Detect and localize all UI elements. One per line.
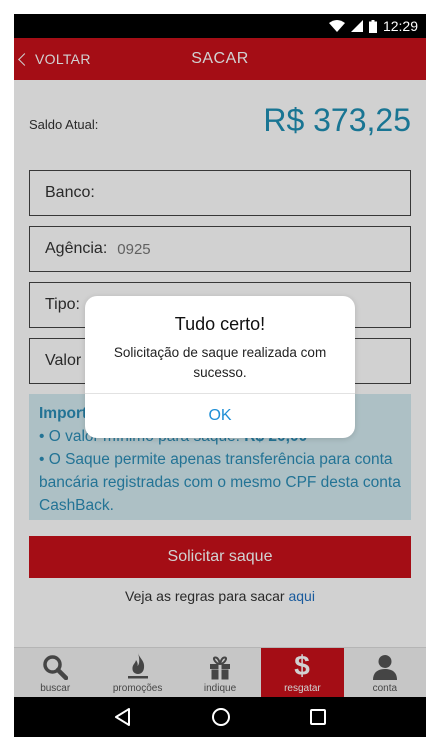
dialog-ok-button[interactable]: OK	[85, 394, 355, 438]
battery-icon	[368, 19, 377, 33]
recents-square-icon[interactable]	[309, 708, 327, 726]
wifi-icon	[328, 20, 345, 32]
home-circle-icon[interactable]	[211, 707, 231, 727]
status-bar: 12:29	[14, 14, 426, 38]
back-triangle-icon[interactable]	[113, 707, 133, 727]
signal-icon	[350, 20, 363, 32]
dialog-title: Tudo certo!	[174, 314, 266, 334]
android-nav-bar	[14, 697, 426, 737]
phone-screen: 12:29 VOLTAR SACAR Saldo Atual: R$ 373,2…	[14, 14, 426, 737]
dialog-message: Solicitação de saque realizada com suces…	[113, 345, 327, 380]
success-dialog: Tudo certo! Solicitação de saque realiza…	[85, 296, 355, 438]
status-time: 12:29	[382, 18, 418, 34]
